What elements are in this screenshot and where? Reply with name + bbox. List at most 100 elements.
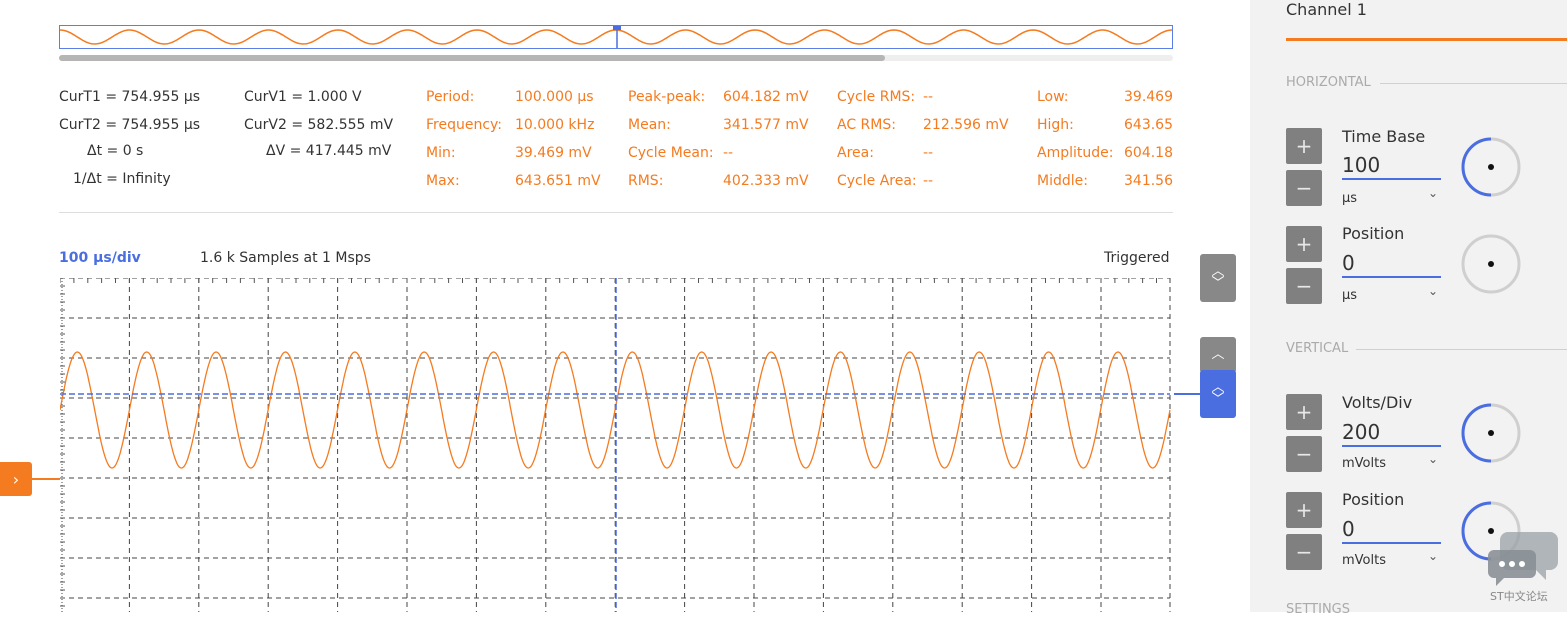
meas-label: Peak-peak: bbox=[628, 89, 706, 105]
settings-section-label: SETTINGS bbox=[1286, 602, 1351, 617]
time-base-input[interactable]: 100 bbox=[1342, 152, 1441, 180]
chat-label: ST中文论坛 bbox=[1490, 590, 1548, 603]
meas-value: -- bbox=[923, 145, 934, 161]
channel-marker-line bbox=[32, 478, 60, 480]
time-base-unit-select[interactable]: μs bbox=[1342, 191, 1441, 206]
chevron-down-icon: ﹀ bbox=[1211, 392, 1225, 407]
volts-div-increase-button[interactable]: + bbox=[1286, 394, 1322, 430]
channel-scroll-button[interactable]: ︿ bbox=[1200, 337, 1236, 373]
volts-div-input[interactable]: 200 bbox=[1342, 419, 1441, 447]
meas-label: Cycle Mean: bbox=[628, 145, 714, 161]
meas-value: -- bbox=[923, 89, 934, 105]
volts-div-label: Volts/Div bbox=[1342, 393, 1413, 412]
h-position-decrease-button[interactable]: − bbox=[1286, 268, 1322, 304]
h-position-knob[interactable] bbox=[1460, 233, 1522, 295]
meas-label: Cycle RMS: bbox=[837, 89, 916, 105]
trigger-level-line bbox=[1174, 393, 1202, 395]
cursor-delta-t: Δt = 0 s bbox=[87, 143, 144, 159]
time-base-knob[interactable] bbox=[1460, 136, 1522, 198]
meas-value: 643.651 mV bbox=[515, 173, 601, 189]
chevron-down-icon[interactable]: ⌄ bbox=[1428, 284, 1438, 298]
cursor-v2: CurV2 = 582.555 mV bbox=[244, 117, 394, 133]
time-per-div: 100 μs/div bbox=[59, 250, 141, 266]
chevron-down-icon[interactable]: ⌄ bbox=[1428, 186, 1438, 200]
measurements-divider bbox=[59, 212, 1173, 213]
knob-arc bbox=[1461, 137, 1492, 197]
chevron-down-icon: ﹀ bbox=[1211, 276, 1225, 291]
meas-value: 341.56 bbox=[1124, 173, 1173, 189]
meas-value: 604.18 bbox=[1124, 145, 1173, 161]
vertical-section-label: VERTICAL bbox=[1286, 341, 1349, 356]
trigger-level-scroll-button[interactable]: ︿ ﹀ bbox=[1200, 370, 1236, 418]
chevron-right-icon: › bbox=[12, 469, 20, 489]
section-divider bbox=[1380, 83, 1567, 84]
meas-value: 39.469 mV bbox=[515, 145, 592, 161]
meas-label: Mean: bbox=[628, 117, 671, 133]
h-position-unit-select[interactable]: μs bbox=[1342, 288, 1441, 303]
meas-label: Period: bbox=[426, 89, 475, 105]
meas-label: Amplitude: bbox=[1037, 145, 1114, 161]
v-position-increase-button[interactable]: + bbox=[1286, 492, 1322, 528]
channel-offset-marker[interactable]: › bbox=[0, 462, 32, 496]
meas-label: Frequency: bbox=[426, 117, 503, 133]
meas-label: Area: bbox=[837, 145, 874, 161]
meas-label: High: bbox=[1037, 117, 1074, 133]
trigger-status: Triggered bbox=[1104, 250, 1170, 266]
v-position-label: Position bbox=[1342, 490, 1405, 509]
sample-info: 1.6 k Samples at 1 Msps bbox=[200, 250, 371, 266]
knob-arc bbox=[1461, 403, 1492, 463]
meas-label: Min: bbox=[426, 145, 456, 161]
overview-strip[interactable] bbox=[59, 25, 1173, 49]
meas-value: 100.000 μs bbox=[515, 89, 594, 105]
meas-label: AC RMS: bbox=[837, 117, 896, 133]
meas-col4-clip: Low: 39.469 High: 643.65 Amplitude: 604.… bbox=[1037, 80, 1173, 200]
chevron-down-icon[interactable]: ⌄ bbox=[1428, 452, 1438, 466]
v-position-input[interactable]: 0 bbox=[1342, 516, 1441, 544]
meas-label: Max: bbox=[426, 173, 460, 189]
panel-title[interactable]: Channel 1 bbox=[1286, 0, 1367, 19]
meas-value: 212.596 mV bbox=[923, 117, 1009, 133]
meas-label: Cycle Area: bbox=[837, 173, 917, 189]
knob-indicator-dot bbox=[1488, 430, 1494, 436]
volts-div-decrease-button[interactable]: − bbox=[1286, 436, 1322, 472]
chevron-down-icon[interactable]: ⌄ bbox=[1428, 549, 1438, 563]
time-base-increase-button[interactable]: + bbox=[1286, 128, 1322, 164]
volts-div-knob[interactable] bbox=[1460, 402, 1522, 464]
meas-label: RMS: bbox=[628, 173, 664, 189]
scope-plot[interactable] bbox=[60, 278, 1172, 612]
cursor-t1: CurT1 = 754.955 μs bbox=[59, 89, 201, 105]
overview-trigger-marker bbox=[613, 26, 621, 30]
chat-icon[interactable] bbox=[1486, 528, 1560, 588]
meas-value: 402.333 mV bbox=[723, 173, 809, 189]
cursor-inverse-delta-t: 1/Δt = Infinity bbox=[73, 171, 171, 187]
time-base-label: Time Base bbox=[1342, 127, 1426, 146]
overview-scroll-thumb[interactable] bbox=[59, 55, 885, 61]
cursor-t2: CurT2 = 754.955 μs bbox=[59, 117, 201, 133]
overview-trace bbox=[59, 29, 1173, 45]
meas-value: -- bbox=[723, 145, 734, 161]
meas-value: 604.182 mV bbox=[723, 89, 809, 105]
meas-value: 643.65 bbox=[1124, 117, 1173, 133]
trigger-time-scroll-button[interactable]: ︿ ﹀ bbox=[1200, 254, 1236, 302]
section-divider bbox=[1356, 349, 1567, 350]
v-position-decrease-button[interactable]: − bbox=[1286, 534, 1322, 570]
cursor-delta-v: ΔV = 417.445 mV bbox=[266, 143, 392, 159]
h-position-input[interactable]: 0 bbox=[1342, 250, 1441, 278]
h-position-increase-button[interactable]: + bbox=[1286, 226, 1322, 262]
meas-value: 39.469 bbox=[1124, 89, 1173, 105]
meas-value: 341.577 mV bbox=[723, 117, 809, 133]
meas-label: Low: bbox=[1037, 89, 1069, 105]
panel-title-underline bbox=[1286, 38, 1567, 41]
chevron-up-icon: ︿ bbox=[1211, 347, 1225, 362]
overview-waveform bbox=[59, 26, 1173, 48]
meas-value: 10.000 kHz bbox=[515, 117, 595, 133]
volts-div-unit-select[interactable]: mVolts bbox=[1342, 456, 1441, 471]
v-position-unit-select[interactable]: mVolts bbox=[1342, 553, 1441, 568]
meas-label: Middle: bbox=[1037, 173, 1088, 189]
time-base-decrease-button[interactable]: − bbox=[1286, 170, 1322, 206]
meas-value: -- bbox=[923, 173, 934, 189]
knob-indicator-dot bbox=[1488, 164, 1494, 170]
cursor-v1: CurV1 = 1.000 V bbox=[244, 89, 362, 105]
knob-indicator-dot bbox=[1488, 261, 1494, 267]
h-position-label: Position bbox=[1342, 224, 1405, 243]
